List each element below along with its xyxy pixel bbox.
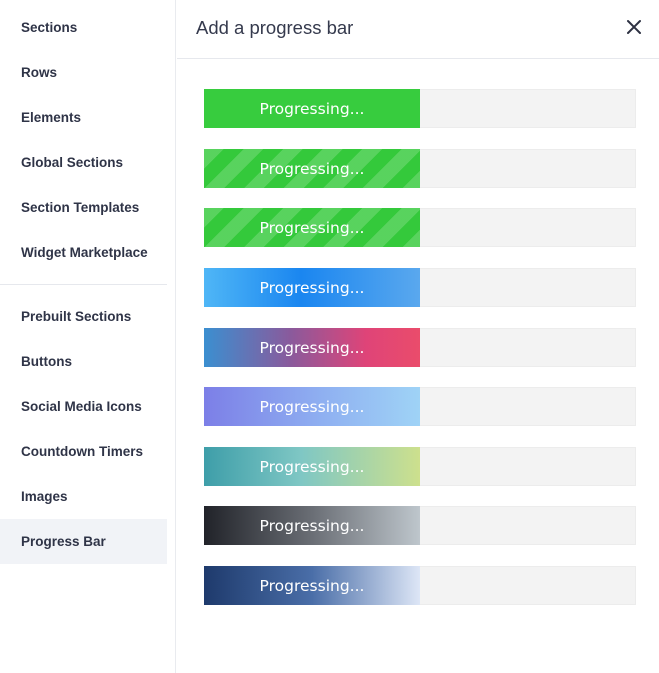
sidebar-item-rows[interactable]: Rows: [0, 50, 167, 95]
sidebar-item-progress-bar[interactable]: Progress Bar: [0, 519, 167, 564]
progress-bar-option[interactable]: Progressing...: [204, 149, 636, 188]
sidebar-item-countdown-timers[interactable]: Countdown Timers: [0, 429, 167, 474]
progress-label: Progressing...: [259, 278, 365, 297]
progress-bar-option[interactable]: Progressing...: [204, 506, 636, 545]
progress-fill: Progressing...: [204, 149, 420, 188]
progress-fill: Progressing...: [204, 328, 420, 367]
progress-fill: Progressing...: [204, 447, 420, 486]
progress-fill: Progressing...: [204, 506, 420, 545]
sidebar-item-prebuilt-sections[interactable]: Prebuilt Sections: [0, 294, 167, 339]
sidebar-item-label: Buttons: [21, 354, 72, 369]
sidebar-item-section-templates[interactable]: Section Templates: [0, 185, 167, 230]
progress-fill: Progressing...: [204, 566, 420, 605]
progress-bar-option[interactable]: Progressing...: [204, 387, 636, 426]
sidebar-item-label: Images: [21, 489, 68, 504]
progress-fill: Progressing...: [204, 208, 420, 247]
panel-header: Add a progress bar: [177, 0, 659, 59]
progress-bar-option[interactable]: Progressing...: [204, 208, 636, 247]
sidebar-item-label: Progress Bar: [21, 534, 106, 549]
progress-label: Progressing...: [259, 516, 365, 535]
sidebar-item-label: Section Templates: [21, 200, 140, 215]
sidebar-item-label: Rows: [21, 65, 58, 80]
progress-label: Progressing...: [259, 576, 365, 595]
sidebar-item-label: Widget Marketplace: [21, 245, 148, 260]
sidebar-item-global-sections[interactable]: Global Sections: [0, 140, 167, 185]
sidebar-item-elements[interactable]: Elements: [0, 95, 167, 140]
sidebar: Sections Rows Elements Global Sections S…: [0, 0, 176, 673]
progress-bar-option[interactable]: Progressing...: [204, 89, 636, 128]
sidebar-item-widget-marketplace[interactable]: Widget Marketplace: [0, 230, 167, 275]
sidebar-item-label: Global Sections: [21, 155, 124, 170]
progress-label: Progressing...: [259, 218, 365, 237]
progress-fill: Progressing...: [204, 89, 420, 128]
progress-fill: Progressing...: [204, 387, 420, 426]
sidebar-item-buttons[interactable]: Buttons: [0, 339, 167, 384]
progress-bar-option[interactable]: Progressing...: [204, 268, 636, 307]
progress-label: Progressing...: [259, 397, 365, 416]
sidebar-item-social-media-icons[interactable]: Social Media Icons: [0, 384, 167, 429]
page-title: Add a progress bar: [196, 17, 354, 38]
sidebar-item-label: Elements: [21, 110, 82, 125]
sidebar-item-label: Prebuilt Sections: [21, 309, 132, 324]
progress-label: Progressing...: [259, 338, 365, 357]
progress-bar-option[interactable]: Progressing...: [204, 328, 636, 367]
sidebar-divider: [0, 284, 167, 285]
progress-bar-option[interactable]: Progressing...: [204, 447, 636, 486]
sidebar-item-label: Countdown Timers: [21, 444, 144, 459]
close-icon: [627, 20, 641, 34]
progress-label: Progressing...: [259, 457, 365, 476]
sidebar-item-sections[interactable]: Sections: [0, 5, 167, 50]
sidebar-item-label: Sections: [21, 20, 78, 35]
progress-label: Progressing...: [259, 159, 365, 178]
sidebar-item-images[interactable]: Images: [0, 474, 167, 519]
progress-label: Progressing...: [259, 99, 365, 118]
sidebar-item-label: Social Media Icons: [21, 399, 142, 414]
progress-fill: Progressing...: [204, 268, 420, 307]
progress-bar-option[interactable]: Progressing...: [204, 566, 636, 605]
close-button[interactable]: [623, 16, 645, 38]
